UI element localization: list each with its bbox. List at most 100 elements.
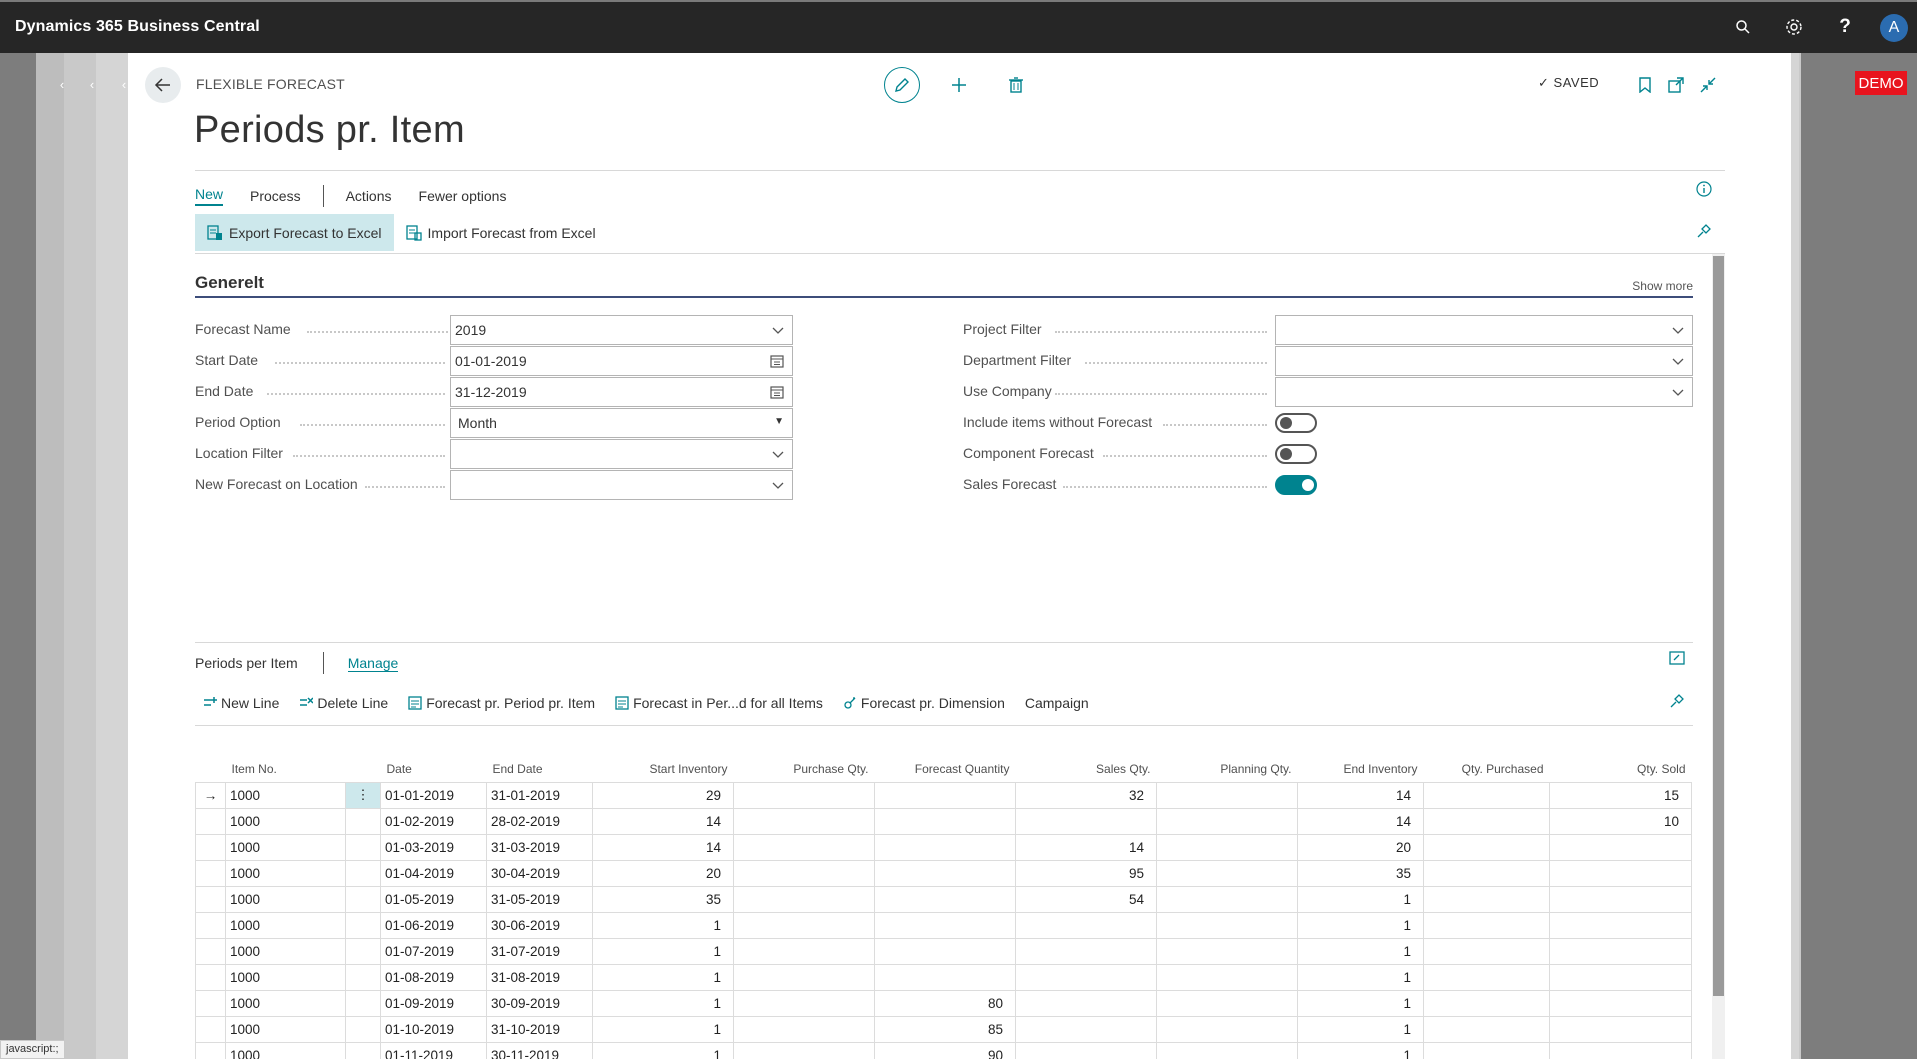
cell-end-inventory[interactable]: 1 [1297, 911, 1424, 939]
cell-item-no[interactable]: 1000 [225, 807, 346, 835]
cell-qty-purchased[interactable] [1423, 859, 1550, 887]
cell-start-inventory[interactable]: 1 [592, 963, 734, 991]
bookmark-icon[interactable] [1630, 70, 1660, 100]
tab-new[interactable]: New [195, 186, 224, 206]
column-header[interactable]: Item No. [226, 756, 346, 782]
cell-end-inventory[interactable]: 14 [1297, 807, 1424, 835]
cell-qty-purchased[interactable] [1423, 781, 1550, 809]
cell-end-inventory[interactable]: 1 [1297, 963, 1424, 991]
column-header[interactable]: Qty. Purchased [1424, 756, 1550, 782]
stack-back-icon[interactable]: ‹ [80, 72, 104, 96]
cell-forecast-quantity[interactable] [874, 833, 1016, 861]
cell-start-inventory[interactable]: 20 [592, 859, 734, 887]
department-filter-input[interactable] [1275, 346, 1693, 376]
cell-forecast-quantity[interactable] [874, 885, 1016, 913]
cell-qty-sold[interactable] [1549, 833, 1692, 861]
cell-purchase-qty[interactable] [733, 989, 875, 1017]
vertical-scrollbar[interactable] [1712, 254, 1725, 1059]
cell-end-date[interactable]: 31-03-2019 [486, 833, 593, 861]
cell-end-date[interactable]: 30-11-2019 [486, 1041, 593, 1059]
cell-forecast-quantity[interactable]: 80 [874, 989, 1016, 1017]
cell-end-date[interactable]: 30-04-2019 [486, 859, 593, 887]
row-menu-cell[interactable] [345, 807, 381, 835]
forecast-dimension-button[interactable]: Forecast pr. Dimension [843, 695, 1005, 711]
cell-item-no[interactable]: 1000 [225, 989, 346, 1017]
row-marker[interactable] [195, 807, 226, 835]
cell-qty-purchased[interactable] [1423, 963, 1550, 991]
cell-planning-qty[interactable] [1156, 1015, 1298, 1043]
cell-qty-sold[interactable] [1549, 989, 1692, 1017]
avatar[interactable]: A [1880, 14, 1908, 42]
cell-purchase-qty[interactable] [733, 911, 875, 939]
start-date-input[interactable]: 01-01-2019 [450, 346, 793, 376]
row-menu-cell[interactable] [345, 963, 381, 991]
forecast-period-item-button[interactable]: Forecast pr. Period pr. Item [408, 695, 595, 711]
search-icon[interactable] [1730, 14, 1756, 40]
table-row[interactable]: 1000 01-06-2019 30-06-2019 1 1 [195, 911, 1692, 939]
cell-planning-qty[interactable] [1156, 885, 1298, 913]
cell-date[interactable]: 01-05-2019 [380, 885, 487, 913]
cell-date[interactable]: 01-04-2019 [380, 859, 487, 887]
cell-qty-sold[interactable] [1549, 1015, 1692, 1043]
table-row[interactable]: 1000 01-03-2019 31-03-2019 14 14 20 [195, 833, 1692, 861]
row-menu-cell[interactable] [345, 859, 381, 887]
add-icon[interactable] [944, 70, 974, 100]
table-row[interactable]: 1000 01-08-2019 31-08-2019 1 1 [195, 963, 1692, 991]
column-header[interactable]: Planning Qty. [1157, 756, 1298, 782]
cell-end-date[interactable]: 31-07-2019 [486, 937, 593, 965]
cell-sales-qty[interactable] [1015, 937, 1157, 965]
row-menu-cell[interactable] [345, 937, 381, 965]
cell-sales-qty[interactable] [1015, 963, 1157, 991]
project-filter-input[interactable] [1275, 315, 1693, 345]
cell-forecast-quantity[interactable] [874, 859, 1016, 887]
column-header[interactable]: Start Inventory [593, 756, 734, 782]
cell-date[interactable]: 01-06-2019 [380, 911, 487, 939]
cell-forecast-quantity[interactable] [874, 911, 1016, 939]
help-icon[interactable]: ? [1832, 14, 1858, 40]
cell-purchase-qty[interactable] [733, 1041, 875, 1059]
cell-purchase-qty[interactable] [733, 885, 875, 913]
cell-sales-qty[interactable]: 54 [1015, 885, 1157, 913]
cell-planning-qty[interactable] [1156, 807, 1298, 835]
app-title[interactable]: Dynamics 365 Business Central [15, 18, 260, 36]
location-filter-input[interactable] [450, 439, 793, 469]
include-items-toggle[interactable] [1275, 413, 1317, 433]
cell-sales-qty[interactable]: 32 [1015, 781, 1157, 809]
cell-item-no[interactable]: 1000 [225, 911, 346, 939]
cell-date[interactable]: 01-07-2019 [380, 937, 487, 965]
column-header[interactable]: Date [381, 756, 487, 782]
manage-tab[interactable]: Manage [347, 655, 399, 672]
cell-end-inventory[interactable]: 1 [1297, 1041, 1424, 1059]
cell-item-no[interactable]: 1000 [225, 963, 346, 991]
forecast-period-all-items-button[interactable]: Forecast in Per...d for all Items [615, 695, 823, 711]
cell-planning-qty[interactable] [1156, 963, 1298, 991]
row-marker[interactable] [195, 911, 226, 939]
campaign-button[interactable]: Campaign [1025, 695, 1089, 711]
cell-forecast-quantity[interactable] [874, 937, 1016, 965]
cell-purchase-qty[interactable] [733, 1015, 875, 1043]
column-header[interactable]: Purchase Qty. [734, 756, 875, 782]
cell-start-inventory[interactable]: 29 [592, 781, 734, 809]
cell-item-no[interactable]: 1000 [225, 781, 346, 809]
row-marker[interactable] [195, 859, 226, 887]
column-header[interactable]: Sales Qty. [1016, 756, 1157, 782]
cell-forecast-quantity[interactable]: 85 [874, 1015, 1016, 1043]
column-header[interactable]: Qty. Sold [1550, 756, 1692, 782]
cell-end-date[interactable]: 28-02-2019 [486, 807, 593, 835]
cell-start-inventory[interactable]: 1 [592, 911, 734, 939]
tab-actions[interactable]: Actions [346, 188, 392, 204]
cell-purchase-qty[interactable] [733, 937, 875, 965]
cell-date[interactable]: 01-09-2019 [380, 989, 487, 1017]
cell-qty-purchased[interactable] [1423, 989, 1550, 1017]
tab-process[interactable]: Process [250, 188, 301, 204]
cell-date[interactable]: 01-02-2019 [380, 807, 487, 835]
general-section-header[interactable]: Generelt Show more [195, 273, 1693, 298]
cell-sales-qty[interactable]: 95 [1015, 859, 1157, 887]
cell-sales-qty[interactable] [1015, 807, 1157, 835]
cell-forecast-quantity[interactable] [874, 807, 1016, 835]
table-row[interactable]: 1000 01-07-2019 31-07-2019 1 1 [195, 937, 1692, 965]
cell-forecast-quantity[interactable]: 90 [874, 1041, 1016, 1059]
subpage-title[interactable]: Periods per Item [195, 655, 298, 671]
cell-qty-purchased[interactable] [1423, 911, 1550, 939]
cell-date[interactable]: 01-10-2019 [380, 1015, 487, 1043]
